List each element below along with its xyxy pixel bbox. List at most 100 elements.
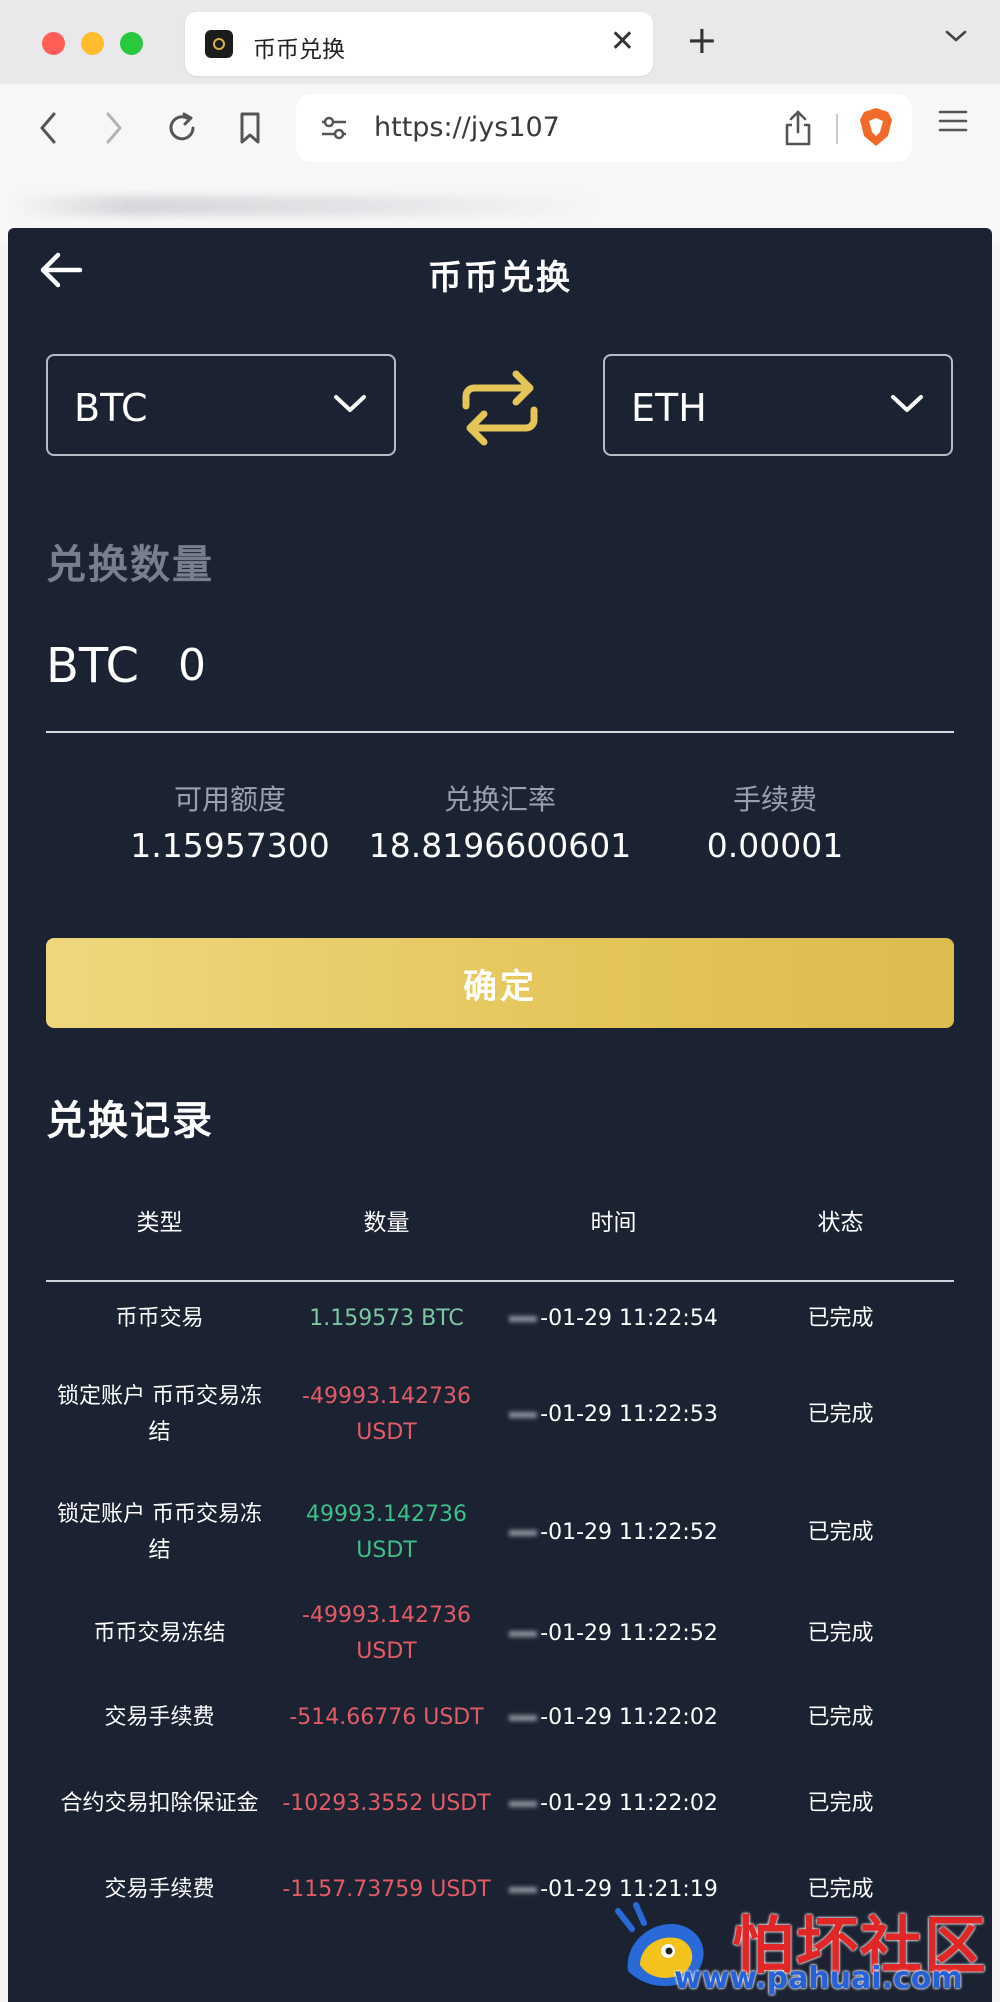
amount-coin-label: BTC xyxy=(46,638,139,694)
row-status: 已完成 xyxy=(807,1621,874,1646)
row-amount: -10293.3552 USDT xyxy=(282,1791,491,1816)
row-amount: -49993.142736 USDT xyxy=(302,1384,471,1445)
row-time-text: -01-29 11:22:02 xyxy=(540,1705,718,1730)
reload-icon[interactable] xyxy=(160,106,204,150)
address-bar-separator xyxy=(836,114,838,144)
bookmark-icon[interactable] xyxy=(228,106,272,150)
from-coin-value: BTC xyxy=(74,386,148,430)
row-amount: 1.159573 BTC xyxy=(309,1306,464,1331)
window-zoom-button[interactable] xyxy=(120,32,143,55)
to-coin-value: ETH xyxy=(631,386,707,430)
row-type: 交易手续费 xyxy=(104,1877,215,1902)
site-favicon-icon xyxy=(205,30,233,58)
table-row: 锁定账户 币币交易冻结 49993.142736 USDT -01-29 11:22… xyxy=(46,1474,954,1592)
table-row: 交易手续费 -514.66776 USDT -01-29 11:22:02 已完成 xyxy=(46,1676,954,1760)
from-coin-select[interactable]: BTC xyxy=(46,354,396,456)
row-time: -01-29 11:22:02 xyxy=(500,1760,727,1848)
row-status: 已完成 xyxy=(807,1791,874,1816)
exchange-rate-label: 兑换汇率 xyxy=(443,783,556,816)
exchange-rate-value: 18.8196600601 xyxy=(368,826,632,865)
row-amount: -49993.142736 USDT xyxy=(302,1603,471,1664)
swap-arrows-icon[interactable] xyxy=(458,368,542,452)
row-time-text: -01-29 11:22:52 xyxy=(540,1520,718,1545)
tab-close-icon[interactable]: ✕ xyxy=(610,26,635,58)
records-table-body: 币币交易 1.159573 BTC -01-29 11:22:54 已完成 锁定账户 币… xyxy=(46,1282,954,1932)
site-settings-icon[interactable] xyxy=(318,112,350,148)
records-title: 兑换记录 xyxy=(46,1098,214,1144)
row-type: 锁定账户 币币交易冻结 xyxy=(57,1502,262,1563)
table-row: 锁定账户 币币交易冻结 -49993.142736 USDT -01-29 11:2… xyxy=(46,1356,954,1474)
row-time-text: -01-29 11:22:52 xyxy=(540,1621,718,1646)
amount-underline xyxy=(46,731,954,733)
tab-title: 币币兑换 xyxy=(253,37,345,63)
row-type: 币币交易 xyxy=(115,1306,204,1331)
row-time: -01-29 11:22:52 xyxy=(500,1474,727,1592)
row-type: 锁定账户 币币交易冻结 xyxy=(57,1384,262,1445)
header-status: 状态 xyxy=(817,1210,864,1236)
back-nav-icon[interactable] xyxy=(26,106,70,150)
redacted-year xyxy=(509,1412,538,1418)
browser-menu-icon[interactable] xyxy=(938,108,968,138)
browser-tab-bar: 币币兑换 ✕ + xyxy=(0,0,1000,84)
table-row: 币币交易 1.159573 BTC -01-29 11:22:54 已完成 xyxy=(46,1282,954,1356)
row-status: 已完成 xyxy=(807,1520,874,1545)
amount-label: 兑换数量 xyxy=(46,542,214,588)
share-icon[interactable] xyxy=(782,108,814,152)
new-tab-icon[interactable]: + xyxy=(686,20,718,60)
row-time: -01-29 11:22:53 xyxy=(500,1356,727,1474)
window-minimize-button[interactable] xyxy=(81,32,104,55)
tab-list-chevron-icon[interactable] xyxy=(944,28,968,48)
table-row: 币币交易冻结 -49993.142736 USDT -01-29 11:22:52 已… xyxy=(46,1592,954,1676)
row-status: 已完成 xyxy=(807,1306,874,1331)
row-time-text: -01-29 11:22:54 xyxy=(540,1306,718,1331)
table-row: 合约交易扣除保证金 -10293.3552 USDT -01-29 11:22:02… xyxy=(46,1760,954,1848)
amount-input[interactable] xyxy=(178,640,578,691)
header-time: 时间 xyxy=(590,1210,637,1236)
header-amount: 数量 xyxy=(363,1210,410,1236)
row-time-text: -01-29 11:22:02 xyxy=(540,1791,718,1816)
available-balance-value: 1.15957300 xyxy=(130,826,330,865)
browser-tab-active[interactable]: 币币兑换 ✕ xyxy=(185,12,653,76)
fee: 手续费 0.00001 xyxy=(625,778,925,865)
available-balance-label: 可用额度 xyxy=(173,783,286,816)
chevron-down-icon xyxy=(889,392,925,420)
redacted-year xyxy=(509,1887,538,1893)
row-status: 已完成 xyxy=(807,1402,874,1427)
to-coin-select[interactable]: ETH xyxy=(603,354,953,456)
row-type: 交易手续费 xyxy=(104,1705,215,1730)
row-type: 币币交易冻结 xyxy=(93,1621,226,1646)
redacted-year xyxy=(509,1715,538,1721)
row-amount: -1157.73759 USDT xyxy=(282,1877,491,1902)
row-type: 合约交易扣除保证金 xyxy=(60,1791,259,1816)
fee-label: 手续费 xyxy=(732,783,817,816)
redacted-year xyxy=(509,1631,538,1637)
row-status: 已完成 xyxy=(807,1705,874,1730)
records-table-header: 类型 数量 时间 状态 xyxy=(46,1203,954,1257)
window-close-button[interactable] xyxy=(42,32,65,55)
redacted-year xyxy=(509,1316,538,1322)
redacted-year xyxy=(509,1530,538,1536)
exchange-rate: 兑换汇率 18.8196600601 xyxy=(350,778,650,865)
row-time-text: -01-29 11:22:53 xyxy=(540,1402,718,1427)
forward-nav-icon[interactable] xyxy=(92,106,136,150)
page-title: 币币兑换 xyxy=(428,258,572,298)
row-amount: 49993.142736 USDT xyxy=(306,1502,467,1563)
row-time: -01-29 11:22:52 xyxy=(500,1592,727,1676)
blurred-region xyxy=(12,196,592,216)
watermark: 怕坏社区 www.pahuai.com xyxy=(614,1895,1000,2002)
fee-value: 0.00001 xyxy=(706,826,844,865)
address-bar[interactable]: https://jys107 xyxy=(296,94,912,162)
browser-toolbar: https://jys107 xyxy=(0,84,1000,244)
header-type: 类型 xyxy=(136,1210,183,1236)
chevron-down-icon xyxy=(332,392,368,420)
exchange-page: 币币兑换 BTC ETH 兑换数量 BTC 可用额度 1.15957300 兑换… xyxy=(8,228,992,2002)
watermark-url: www.pahuai.com xyxy=(674,1961,963,1996)
redacted-year xyxy=(509,1801,538,1807)
row-amount: -514.66776 USDT xyxy=(289,1705,484,1730)
confirm-button[interactable]: 确定 xyxy=(46,938,954,1028)
row-time: -01-29 11:22:02 xyxy=(500,1676,727,1760)
url-text[interactable]: https://jys107 xyxy=(374,112,560,143)
row-time: -01-29 11:22:54 xyxy=(500,1282,727,1356)
brave-shields-icon[interactable] xyxy=(858,106,894,152)
available-balance: 可用额度 1.15957300 xyxy=(80,778,380,865)
